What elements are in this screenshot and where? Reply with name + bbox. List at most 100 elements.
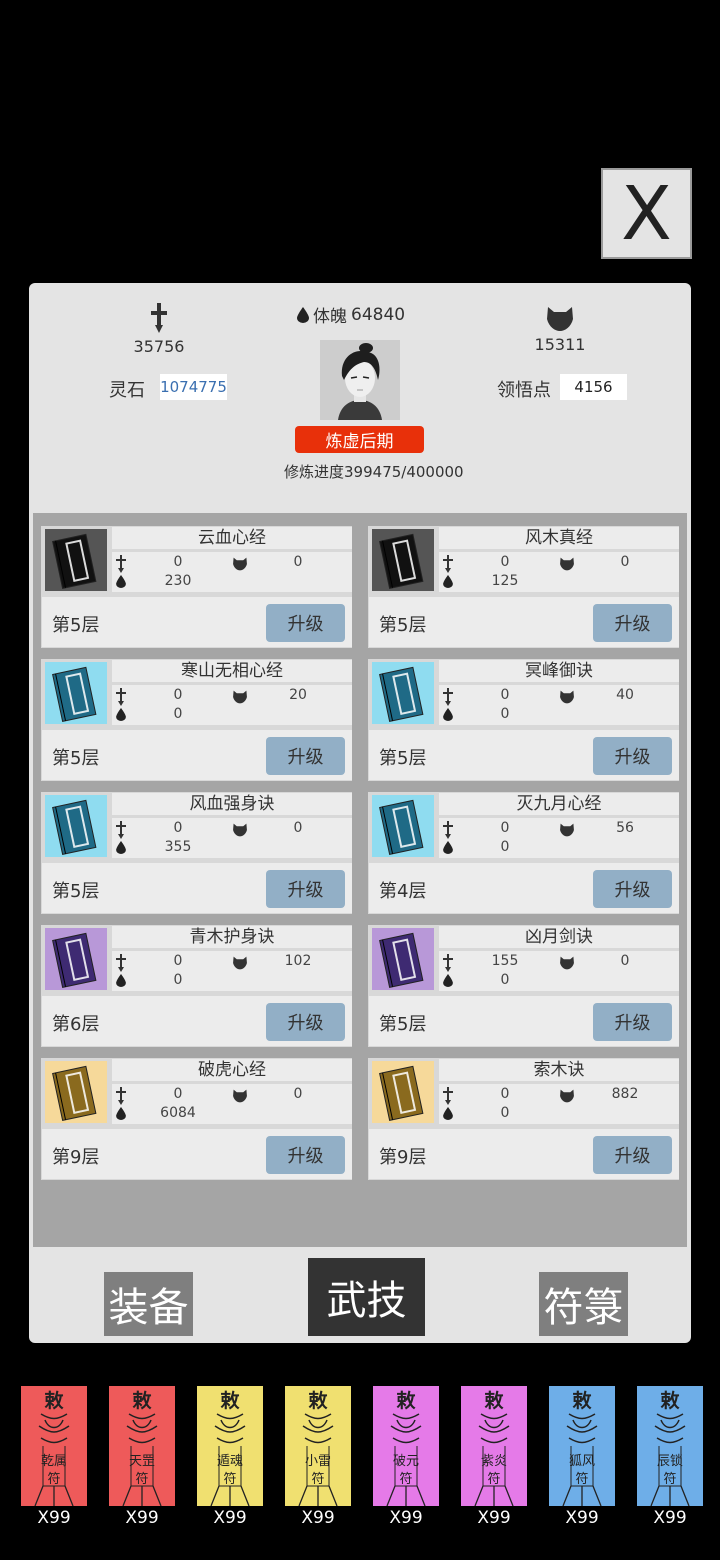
skill-card[interactable]: 云血心经 0 0 230 第5层 升级 [41, 526, 352, 648]
talisman-suffix: 符 [135, 1472, 149, 1487]
drop-icon [116, 1107, 126, 1124]
skill-footer: 第9层 升级 [369, 1129, 679, 1179]
tab-equip[interactable]: 装备 [104, 1272, 193, 1336]
skill-card[interactable]: 破虎心经 0 0 6084 第9层 升级 [41, 1058, 352, 1180]
skill-card[interactable]: 风木真经 0 0 125 第5层 升级 [368, 526, 679, 648]
skill-attack: 0 [173, 554, 183, 570]
skill-level: 第5层 [379, 1014, 427, 1035]
talisman-header: 敕 [572, 1390, 592, 1412]
skill-level: 第5层 [52, 615, 100, 636]
skill-card[interactable]: 冥峰御诀 0 40 0 第5层 升级 [368, 659, 679, 781]
upgrade-button[interactable]: 升级 [593, 870, 672, 908]
upgrade-button[interactable]: 升级 [593, 1136, 672, 1174]
skill-defense: 0 [293, 554, 303, 570]
talisman-suffix: 符 [223, 1472, 237, 1487]
defense-stat: 15311 [529, 305, 591, 354]
skill-book-icon [369, 660, 436, 726]
talisman-count: X99 [301, 1508, 335, 1528]
skill-card[interactable]: 凶月剑诀 155 0 0 第5层 升级 [368, 925, 679, 1047]
skill-level: 第9层 [379, 1147, 427, 1168]
skill-level: 第5层 [52, 881, 100, 902]
drop-icon [116, 575, 126, 592]
talisman-name: 小雷 [304, 1454, 331, 1469]
tipo-label: 体魄 [313, 307, 347, 327]
upgrade-button[interactable]: 升级 [266, 870, 345, 908]
skill-card[interactable]: 风血强身诀 0 0 355 第5层 升级 [41, 792, 352, 914]
skill-attack: 0 [500, 1086, 510, 1102]
skill-hp: 0 [173, 706, 183, 722]
talisman-name: 破元 [392, 1454, 419, 1469]
skill-card[interactable]: 索木诀 0 882 0 第9层 升级 [368, 1058, 679, 1180]
lingwu-label: 领悟点 [497, 380, 551, 401]
skill-stats: 0 56 0 [439, 818, 679, 858]
skill-level: 第6层 [52, 1014, 100, 1035]
talisman-item[interactable]: 敕遁魂符 [197, 1386, 263, 1506]
drop-icon [443, 575, 453, 592]
skill-stats: 0 0 230 [112, 552, 352, 592]
talisman-header: 敕 [396, 1390, 416, 1412]
talisman-count: X99 [565, 1508, 599, 1528]
tab-martial[interactable]: 武技 [308, 1258, 425, 1336]
talisman-count: X99 [37, 1508, 71, 1528]
drop-icon [116, 708, 126, 725]
close-button[interactable]: X [601, 168, 692, 259]
attack-value: 35756 [133, 337, 185, 356]
tipo-stat: 体魄 64840 [297, 302, 405, 327]
talisman-count: X99 [653, 1508, 687, 1528]
portrait-image [320, 340, 400, 420]
upgrade-button[interactable]: 升级 [266, 604, 345, 642]
upgrade-button[interactable]: 升级 [593, 1003, 672, 1041]
skill-book-icon [369, 926, 436, 992]
avatar[interactable] [320, 340, 400, 420]
upgrade-button[interactable]: 升级 [593, 604, 672, 642]
skill-card[interactable]: 寒山无相心经 0 20 0 第5层 升级 [41, 659, 352, 781]
skill-footer: 第5层 升级 [369, 730, 679, 780]
skill-footer: 第5层 升级 [369, 996, 679, 1046]
talisman-suffix: 符 [311, 1472, 325, 1487]
drop-icon [116, 974, 126, 991]
skill-hp: 355 [164, 839, 192, 855]
talisman-header: 敕 [660, 1390, 680, 1412]
skill-footer: 第5层 升级 [369, 597, 679, 647]
skill-card[interactable]: 青木护身诀 0 102 0 第6层 升级 [41, 925, 352, 1047]
upgrade-button[interactable]: 升级 [266, 1136, 345, 1174]
upgrade-button[interactable]: 升级 [593, 737, 672, 775]
skill-name: 凶月剑诀 [439, 926, 679, 948]
skill-defense: 0 [620, 554, 630, 570]
talisman-item[interactable]: 敕乾属符 [21, 1386, 87, 1506]
skill-book-icon [42, 527, 109, 593]
skill-defense: 0 [293, 1086, 303, 1102]
talisman-count: X99 [477, 1508, 511, 1528]
skill-defense: 882 [611, 1086, 639, 1102]
progress-label: 修炼进度 [284, 463, 345, 481]
tipo-value: 64840 [351, 304, 406, 325]
drop-icon [443, 974, 453, 991]
talisman-item[interactable]: 敕辰锁符 [637, 1386, 703, 1506]
tab-talisman[interactable]: 符箓 [539, 1272, 628, 1336]
defense-value: 15311 [534, 335, 586, 354]
skill-footer: 第6层 升级 [42, 996, 352, 1046]
talisman-item[interactable]: 敕狐风符 [549, 1386, 615, 1506]
talisman-item[interactable]: 敕天罡符 [109, 1386, 175, 1506]
drop-icon [443, 708, 453, 725]
talisman-item[interactable]: 敕紫炎符 [461, 1386, 527, 1506]
realm-badge: 炼虚后期 [295, 426, 424, 453]
talisman-name: 天罡 [128, 1454, 155, 1469]
drop-icon [297, 306, 309, 323]
skill-defense: 40 [616, 687, 634, 703]
drop-icon [443, 1107, 453, 1124]
skill-defense: 0 [620, 953, 630, 969]
skill-name: 寒山无相心经 [112, 660, 352, 682]
upgrade-button[interactable]: 升级 [266, 737, 345, 775]
upgrade-button[interactable]: 升级 [266, 1003, 345, 1041]
talisman-item[interactable]: 敕破元符 [373, 1386, 439, 1506]
skill-card[interactable]: 灭九月心经 0 56 0 第4层 升级 [368, 792, 679, 914]
skill-stats: 0 0 125 [439, 552, 679, 592]
skill-footer: 第5层 升级 [42, 863, 352, 913]
character-panel: 35756 体魄 64840 15311 灵石 1074775 领悟点 4156 [29, 283, 691, 1343]
skill-list[interactable]: 云血心经 0 0 230 第5层 升级 风木真经 0 0 125 第5层 升级 寒山无相心经 0 20 0 第5… [33, 513, 687, 1247]
skill-hp: 0 [173, 972, 183, 988]
talisman-item[interactable]: 敕小雷符 [285, 1386, 351, 1506]
skill-attack: 0 [500, 554, 510, 570]
skill-hp: 6084 [160, 1105, 196, 1121]
